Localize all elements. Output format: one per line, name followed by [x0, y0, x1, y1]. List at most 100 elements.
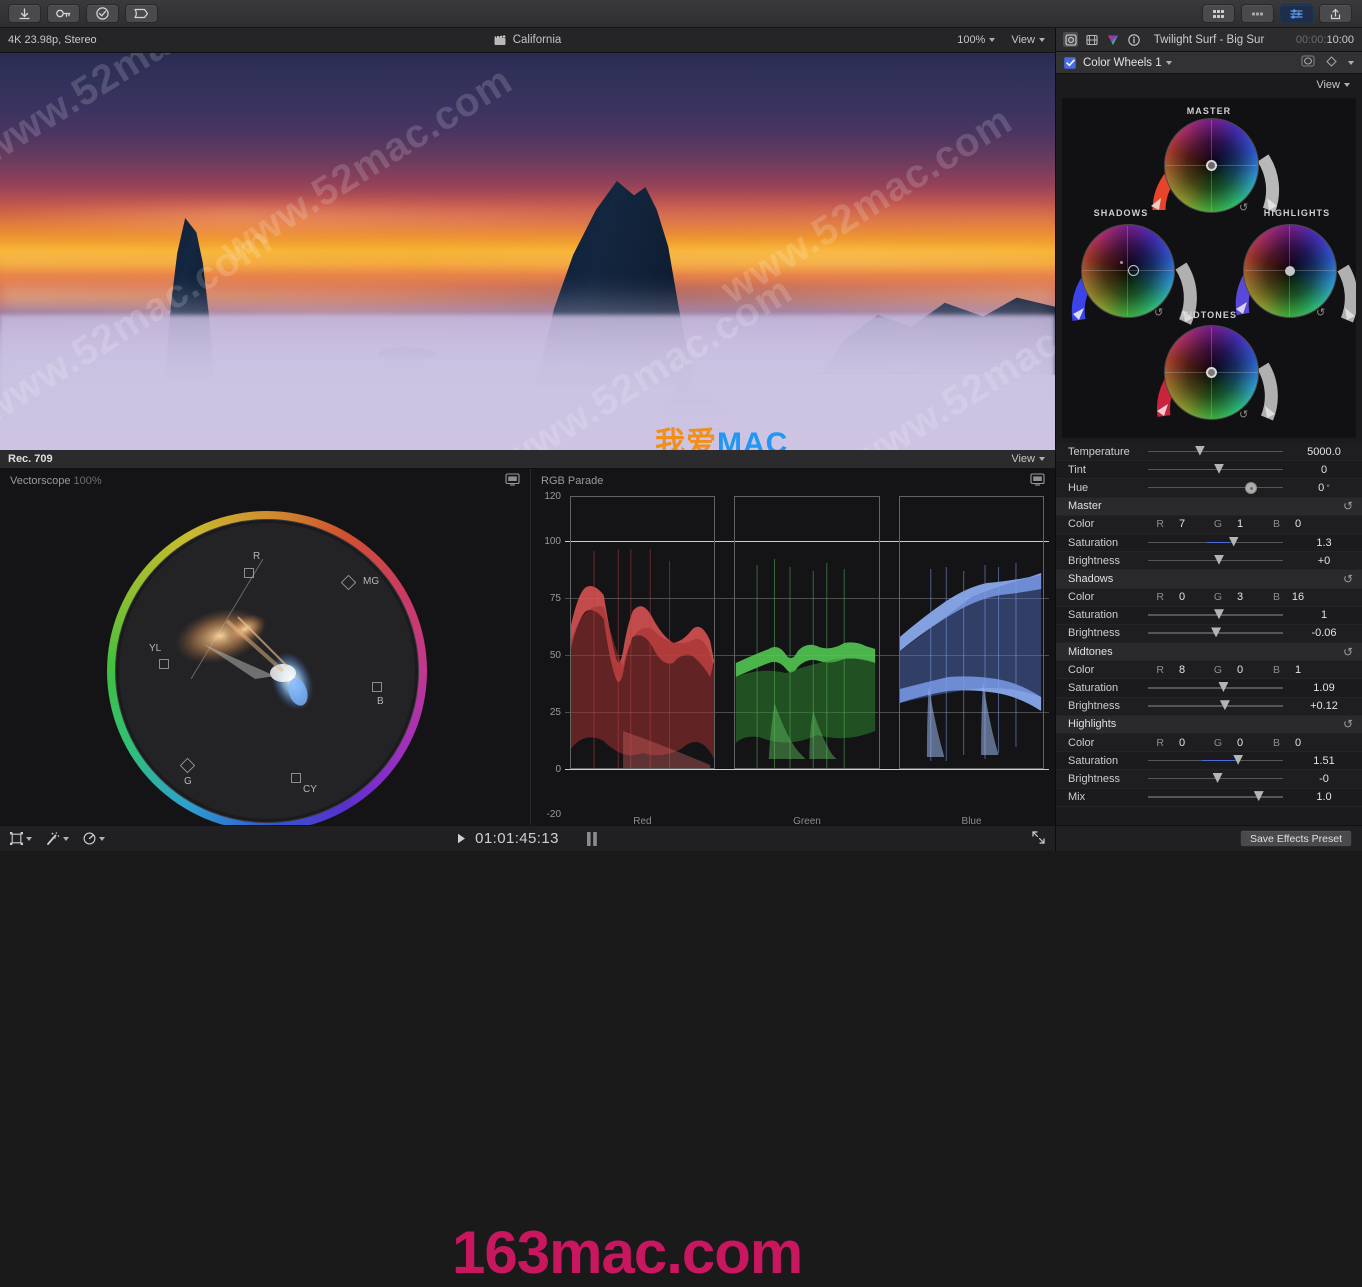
midtones-b-value[interactable]: 1 — [1280, 664, 1316, 676]
midtones-brightness-slider[interactable] — [1142, 699, 1289, 713]
effect-enable-checkbox[interactable] — [1064, 57, 1076, 69]
enhance-tool[interactable] — [46, 832, 69, 845]
vectorscope-title: Vectorscope100% — [10, 475, 102, 487]
param-row-midtones-brightness[interactable]: Brightness +0.12 — [1056, 698, 1362, 716]
keywords-button[interactable] — [47, 4, 80, 23]
vectorscope-panel[interactable]: Vectorscope100% R MG B — [0, 469, 531, 825]
shadows-puck[interactable] — [1128, 265, 1139, 276]
master-puck[interactable] — [1206, 160, 1217, 171]
hue-value[interactable]: 0° — [1295, 482, 1353, 494]
slider-knob[interactable] — [1245, 482, 1257, 494]
inspector-view-menu[interactable]: View — [1316, 79, 1350, 91]
mix-value[interactable]: 1.0 — [1295, 791, 1353, 803]
shadows-saturation-slider[interactable] — [1142, 608, 1289, 622]
highlights-saturation-slider[interactable] — [1142, 754, 1289, 768]
highlights-section-reset[interactable]: ↺ — [1343, 717, 1353, 731]
browser-button[interactable] — [1202, 4, 1235, 23]
param-row-highlights-brightness[interactable]: Brightness -0 — [1056, 770, 1362, 788]
bottom-tools — [0, 832, 105, 845]
highlights-b-value[interactable]: 0 — [1280, 737, 1316, 749]
fullscreen-button[interactable] — [1032, 831, 1055, 847]
background-tasks-button[interactable] — [86, 4, 119, 23]
highlights-brightness-value[interactable]: -0 — [1295, 773, 1353, 785]
media-tag-button[interactable] — [125, 4, 158, 23]
master-saturation-value[interactable]: 1.3 — [1295, 537, 1353, 549]
chevron-down-icon[interactable] — [1348, 61, 1354, 65]
share-button[interactable] — [1319, 4, 1352, 23]
shadows-r-value[interactable]: 0 — [1164, 591, 1200, 603]
highlights-puck[interactable] — [1285, 266, 1295, 276]
hue-slider[interactable] — [1142, 481, 1289, 495]
param-row-midtones-saturation[interactable]: Saturation 1.09 — [1056, 679, 1362, 697]
rgb-parade-panel[interactable]: RGB Parade 120 100 75 50 25 0 -20 — [531, 469, 1055, 825]
download-arrow-icon — [19, 8, 30, 20]
param-row-highlights-saturation[interactable]: Saturation 1.51 — [1056, 752, 1362, 770]
midtones-saturation-slider[interactable] — [1142, 681, 1289, 695]
highlights-saturation-value[interactable]: 1.51 — [1295, 755, 1353, 767]
save-effects-preset-button[interactable]: Save Effects Preset — [1240, 830, 1352, 847]
midtones-r-value[interactable]: 8 — [1164, 664, 1200, 676]
magic-wand-icon — [46, 832, 60, 845]
parade-channel-green — [730, 491, 885, 811]
param-row-tint[interactable]: Tint 0 — [1056, 461, 1362, 479]
master-b-value[interactable]: 0 — [1280, 518, 1316, 530]
retime-tool[interactable] — [83, 832, 105, 845]
shadows-b-value[interactable]: 16 — [1280, 591, 1316, 603]
shadows-saturation-value[interactable]: 1 — [1295, 609, 1353, 621]
keyframe-button[interactable] — [1326, 54, 1337, 72]
play-icon[interactable] — [457, 833, 466, 844]
param-row-temperature[interactable]: Temperature 5000.0 — [1056, 443, 1362, 461]
master-g-value[interactable]: 1 — [1222, 518, 1258, 530]
param-row-hue[interactable]: Hue 0° — [1056, 479, 1362, 497]
tint-value[interactable]: 0 — [1295, 464, 1353, 476]
mix-slider[interactable] — [1142, 790, 1289, 804]
param-row-master-color[interactable]: Color R7 G1 B0 — [1056, 516, 1362, 534]
param-row-master-saturation[interactable]: Saturation 1.3 — [1056, 534, 1362, 552]
tint-slider[interactable] — [1142, 463, 1289, 477]
master-brightness-slider[interactable] — [1142, 554, 1289, 568]
temperature-value[interactable]: 5000.0 — [1295, 446, 1353, 458]
shadows-brightness-slider[interactable] — [1142, 626, 1289, 640]
import-media-button[interactable] — [8, 4, 41, 23]
midtones-puck[interactable] — [1206, 367, 1217, 378]
shadows-g-value[interactable]: 3 — [1222, 591, 1258, 603]
timeline-button[interactable] — [1241, 4, 1274, 23]
highlights-r-value[interactable]: 0 — [1164, 737, 1200, 749]
param-row-master-brightness[interactable]: Brightness +0 — [1056, 552, 1362, 570]
highlights-g-value[interactable]: 0 — [1222, 737, 1258, 749]
master-r-value[interactable]: 7 — [1164, 518, 1200, 530]
param-row-shadows-brightness[interactable]: Brightness -0.06 — [1056, 625, 1362, 643]
inspector-button[interactable] — [1280, 4, 1313, 23]
master-saturation-slider[interactable] — [1142, 536, 1289, 550]
midtones-wheel-reset[interactable]: ↺ — [1239, 408, 1248, 421]
zoom-level-menu[interactable]: 100% — [957, 34, 995, 46]
midtones-g-value[interactable]: 0 — [1222, 664, 1258, 676]
shadows-brightness-value[interactable]: -0.06 — [1295, 627, 1353, 639]
pause-icon[interactable] — [586, 832, 598, 846]
param-row-midtones-color[interactable]: Color R8 G0 B1 — [1056, 661, 1362, 679]
scopes-view-menu[interactable]: View — [1011, 453, 1055, 465]
param-row-shadows-color[interactable]: Color R0 G3 B16 — [1056, 589, 1362, 607]
vectorscope-settings-button[interactable] — [505, 473, 520, 486]
timecode-display[interactable]: 01:01:45:13 — [475, 830, 559, 847]
param-row-mix[interactable]: Mix 1.0 — [1056, 789, 1362, 807]
mask-button[interactable] — [1301, 54, 1315, 72]
effect-name-menu[interactable]: Color Wheels 1 — [1083, 57, 1172, 69]
highlights-brightness-slider[interactable] — [1142, 772, 1289, 786]
parade-settings-button[interactable] — [1030, 473, 1045, 486]
param-row-shadows-saturation[interactable]: Saturation 1 — [1056, 607, 1362, 625]
viewer-image[interactable]: www.52mac.com www.52mac.com www.52mac.co… — [0, 53, 1055, 450]
transform-tool[interactable] — [10, 832, 32, 845]
shadows-section-reset[interactable]: ↺ — [1343, 572, 1353, 586]
master-brightness-value[interactable]: +0 — [1295, 555, 1353, 567]
midtones-section-reset[interactable]: ↺ — [1343, 645, 1353, 659]
viewer-view-menu[interactable]: View — [1011, 34, 1045, 46]
midtones-saturation-value[interactable]: 1.09 — [1295, 682, 1353, 694]
param-row-highlights-color[interactable]: Color R0 G0 B0 — [1056, 734, 1362, 752]
expand-icon — [1032, 831, 1045, 844]
axis-tick-120: 120 — [544, 491, 561, 502]
master-section-reset[interactable]: ↺ — [1343, 499, 1353, 513]
midtones-brightness-value[interactable]: +0.12 — [1295, 700, 1353, 712]
parameter-list: Temperature 5000.0 Tint 0 Hue 0° — [1056, 443, 1362, 821]
temperature-slider[interactable] — [1142, 445, 1289, 459]
